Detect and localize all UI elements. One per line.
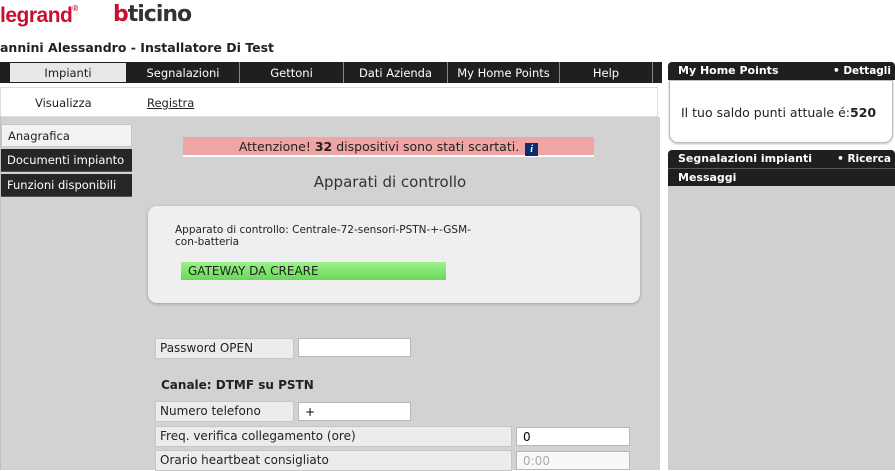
section-title: Apparati di controllo <box>313 173 467 191</box>
legrand-logo-text: legrand <box>0 4 73 27</box>
canale-heading: Canale: DTMF su PSTN <box>161 378 314 392</box>
sidebar-item-documenti-impianto[interactable]: Documenti impianto <box>1 149 132 172</box>
freq-verifica-label: Freq. verifica collegamento (ore) <box>155 426 512 447</box>
main-nav: Impianti Segnalazioni Gettoni Dati Azien… <box>0 62 662 83</box>
password-open-label: Password OPEN <box>155 338 294 359</box>
messaggi-panel-header[interactable]: Messaggi <box>668 168 895 186</box>
my-home-points-panel-header: My Home Points • Dettagli <box>668 62 895 80</box>
points-prefix: Il tuo saldo punti attuale é: <box>681 105 850 120</box>
ricerca-link[interactable]: • Ricerca <box>837 153 891 165</box>
right-panel-body <box>668 186 895 470</box>
subnav-registra[interactable]: Registra <box>147 96 194 110</box>
numero-telefono-label: Numero telefono <box>155 401 294 422</box>
device-label: Apparato di controllo: Centrale-72-senso… <box>175 224 471 248</box>
my-home-points-title: My Home Points <box>678 64 779 77</box>
sub-nav: Visualizza Registra <box>0 87 658 117</box>
info-icon[interactable]: i <box>525 143 539 156</box>
alert-suffix: dispositivi sono stati scartati. <box>332 139 520 154</box>
tab-impianti[interactable]: Impianti <box>9 62 127 83</box>
numero-telefono-field[interactable] <box>298 402 411 421</box>
tab-my-home-points[interactable]: My Home Points <box>448 62 560 83</box>
tab-help[interactable]: Help <box>560 62 653 83</box>
bticino-logo: bticino <box>113 2 223 32</box>
tab-segnalazioni[interactable]: Segnalazioni <box>127 62 240 83</box>
freq-verifica-field[interactable] <box>516 427 630 446</box>
points-value: 520 <box>850 105 877 120</box>
alert-count: 32 <box>314 139 333 154</box>
subnav-visualizza[interactable]: Visualizza <box>35 96 92 110</box>
orario-heartbeat-label: Orario heartbeat consigliato <box>155 450 512 471</box>
bticino-logo-rest: ticino <box>127 2 192 27</box>
segnalazioni-panel-header: Segnalazioni impianti • Ricerca <box>668 150 895 168</box>
tab-gettoni[interactable]: Gettoni <box>240 62 344 83</box>
alert-prefix: Attenzione! <box>238 139 315 154</box>
discarded-devices-alert: Attenzione! 32 dispositivi sono stati sc… <box>183 137 594 157</box>
sidebar-item-funzioni-disponibili[interactable]: Funzioni disponibili <box>1 174 132 197</box>
points-balance-box: Il tuo saldo punti attuale é:520 <box>669 80 893 143</box>
orario-heartbeat-field <box>516 451 630 470</box>
tab-dati-azienda[interactable]: Dati Azienda <box>344 62 448 83</box>
password-open-field[interactable] <box>298 338 411 357</box>
device-card: Apparato di controllo: Centrale-72-senso… <box>148 206 640 303</box>
messaggi-title: Messaggi <box>678 171 737 184</box>
legrand-registered-mark: ® <box>72 4 78 13</box>
points-balance-text: Il tuo saldo punti attuale é:520 <box>681 105 876 120</box>
user-name-role: annini Alessandro - Installatore Di Test <box>0 40 275 55</box>
dettagli-link[interactable]: • Dettagli <box>833 65 891 77</box>
gateway-status-bar[interactable]: GATEWAY DA CREARE <box>181 262 446 280</box>
segnalazioni-title: Segnalazioni impianti <box>678 152 813 165</box>
bticino-logo-b: b <box>113 2 129 27</box>
sidebar-item-anagrafica[interactable]: Anagrafica <box>1 124 132 147</box>
legrand-logo: legrand® <box>0 4 100 32</box>
